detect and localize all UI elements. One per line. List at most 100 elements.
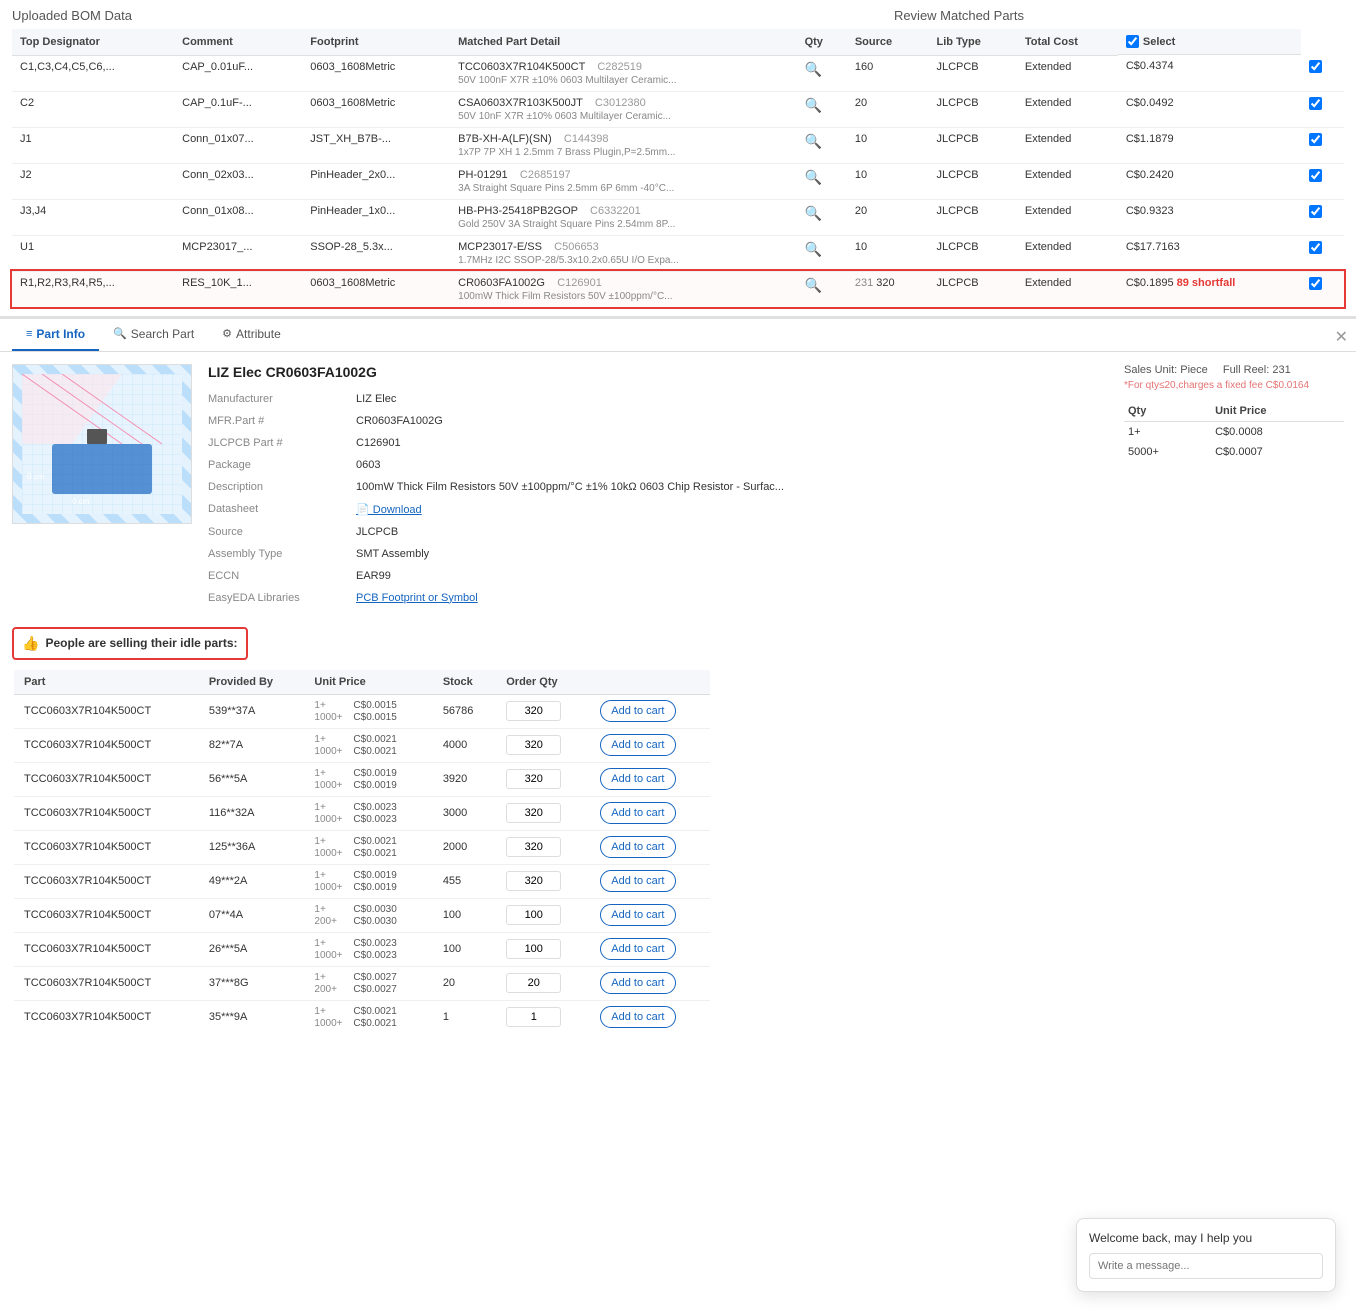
idle-add-cart-cell[interactable]: Add to cart — [590, 864, 711, 898]
idle-order-qty[interactable] — [496, 694, 590, 728]
total-cost-cell: C$17.7163 — [1118, 235, 1302, 271]
idle-order-qty[interactable] — [496, 932, 590, 966]
idle-add-cart-cell[interactable]: Add to cart — [590, 796, 711, 830]
idle-parts-header: 👍 People are selling their idle parts: — [12, 627, 248, 660]
idle-order-qty[interactable] — [496, 796, 590, 830]
designator-cell: J1 — [12, 127, 174, 163]
chat-widget: Welcome back, may I help you — [1076, 1218, 1336, 1292]
comment-cell: RES_10K_1... — [174, 271, 302, 307]
info-value[interactable]: 📄 Download — [356, 500, 1108, 519]
idle-add-cart-cell[interactable]: Add to cart — [590, 728, 711, 762]
add-to-cart-button[interactable]: Add to cart — [600, 1006, 675, 1028]
idle-provider: 116**32A — [199, 796, 305, 830]
info-value: LIZ Elec — [356, 390, 1108, 408]
add-to-cart-button[interactable]: Add to cart — [600, 734, 675, 756]
idle-order-qty[interactable] — [496, 830, 590, 864]
total-cost-cell: C$1.1879 — [1118, 127, 1302, 163]
select-cell[interactable] — [1301, 271, 1344, 307]
search-icon-cell[interactable]: 🔍 — [797, 199, 847, 235]
idle-add-cart-cell[interactable]: Add to cart — [590, 966, 711, 1000]
order-qty-input[interactable] — [506, 905, 561, 925]
comment-cell: Conn_01x08... — [174, 199, 302, 235]
qty-cell: 10 — [847, 127, 929, 163]
order-qty-input[interactable] — [506, 1007, 561, 1027]
idle-order-qty[interactable] — [496, 762, 590, 796]
add-to-cart-button[interactable]: Add to cart — [600, 700, 675, 722]
select-cell[interactable] — [1301, 91, 1344, 127]
idle-provider: 56***5A — [199, 762, 305, 796]
idle-part-name: TCC0603X7R104K500CT — [13, 762, 199, 796]
col-lib-type: Lib Type — [928, 29, 1016, 55]
info-value[interactable]: PCB Footprint or Symbol — [356, 589, 1108, 607]
select-cell[interactable] — [1301, 199, 1344, 235]
add-to-cart-button[interactable]: Add to cart — [600, 972, 675, 994]
search-icon-cell[interactable]: 🔍 — [797, 55, 847, 91]
select-cell[interactable] — [1301, 235, 1344, 271]
tab-part-info[interactable]: ≡ Part Info — [12, 319, 99, 351]
idle-add-cart-cell[interactable]: Add to cart — [590, 1000, 711, 1035]
order-qty-input[interactable] — [506, 973, 561, 993]
tab-search-part[interactable]: 🔍 Search Part — [99, 319, 208, 351]
uploaded-bom-title: Uploaded BOM Data — [12, 8, 132, 23]
total-cost-cell: C$0.2420 — [1118, 163, 1302, 199]
comment-cell: CAP_0.1uF-... — [174, 91, 302, 127]
order-qty-input[interactable] — [506, 735, 561, 755]
search-icon-cell[interactable]: 🔍 — [797, 127, 847, 163]
select-cell[interactable] — [1301, 163, 1344, 199]
tab-attribute[interactable]: ⚙ Attribute — [208, 319, 295, 351]
idle-part-name: TCC0603X7R104K500CT — [13, 932, 199, 966]
comment-cell: Conn_02x03... — [174, 163, 302, 199]
idle-part-name: TCC0603X7R104K500CT — [13, 966, 199, 1000]
bom-table: Top Designator Comment Footprint Matched… — [12, 29, 1344, 308]
idle-order-qty[interactable] — [496, 966, 590, 1000]
idle-add-cart-cell[interactable]: Add to cart — [590, 932, 711, 966]
info-grid: ManufacturerLIZ ElecMFR.Part #CR0603FA10… — [208, 390, 1108, 607]
order-qty-input[interactable] — [506, 871, 561, 891]
idle-order-qty[interactable] — [496, 1000, 590, 1035]
col-total-cost: Total Cost — [1017, 29, 1118, 55]
search-icon-cell[interactable]: 🔍 — [797, 271, 847, 307]
idle-order-qty[interactable] — [496, 898, 590, 932]
table-row: C2 CAP_0.1uF-... 0603_1608Metric CSA0603… — [12, 91, 1344, 127]
add-to-cart-button[interactable]: Add to cart — [600, 938, 675, 960]
info-label: JLCPCB Part # — [208, 434, 348, 452]
idle-provider: 539**37A — [199, 694, 305, 728]
svg-text:0 cm: 0 cm — [72, 497, 90, 506]
idle-stock: 3000 — [433, 796, 496, 830]
info-label: EasyEDA Libraries — [208, 589, 348, 607]
chat-input[interactable] — [1089, 1253, 1323, 1279]
order-qty-input[interactable] — [506, 769, 561, 789]
idle-order-qty[interactable] — [496, 864, 590, 898]
idle-provider: 125**36A — [199, 830, 305, 864]
idle-add-cart-cell[interactable]: Add to cart — [590, 898, 711, 932]
search-icon-cell[interactable]: 🔍 — [797, 163, 847, 199]
select-cell[interactable] — [1301, 127, 1344, 163]
idle-add-cart-cell[interactable]: Add to cart — [590, 830, 711, 864]
add-to-cart-button[interactable]: Add to cart — [600, 836, 675, 858]
idle-price-tiers: 1+ C$0.0030 200+ C$0.0030 — [304, 898, 432, 932]
designator-cell: J3,J4 — [12, 199, 174, 235]
qty-cell: 10 — [847, 163, 929, 199]
search-icon-cell[interactable]: 🔍 — [797, 91, 847, 127]
unit-price: C$0.0008 — [1211, 421, 1344, 442]
idle-add-cart-cell[interactable]: Add to cart — [590, 694, 711, 728]
order-qty-input[interactable] — [506, 803, 561, 823]
select-cell[interactable] — [1301, 55, 1344, 91]
order-qty-input[interactable] — [506, 701, 561, 721]
add-to-cart-button[interactable]: Add to cart — [600, 904, 675, 926]
add-to-cart-button[interactable]: Add to cart — [600, 768, 675, 790]
info-label: Description — [208, 478, 348, 496]
detail-panel: ✕ ≡ Part Info 🔍 Search Part ⚙ Attribute — [0, 316, 1356, 619]
part-image: 0 cm 0 cm — [12, 364, 192, 524]
idle-stock: 1 — [433, 1000, 496, 1035]
search-icon-cell[interactable]: 🔍 — [797, 235, 847, 271]
add-to-cart-button[interactable]: Add to cart — [600, 870, 675, 892]
close-button[interactable]: ✕ — [1335, 327, 1348, 347]
order-qty-input[interactable] — [506, 837, 561, 857]
add-to-cart-button[interactable]: Add to cart — [600, 802, 675, 824]
select-all-checkbox[interactable] — [1126, 35, 1139, 48]
order-qty-input[interactable] — [506, 939, 561, 959]
idle-order-qty[interactable] — [496, 728, 590, 762]
idle-add-cart-cell[interactable]: Add to cart — [590, 762, 711, 796]
list-item: TCC0603X7R104K500CT 37***8G 1+ C$0.0027 … — [13, 966, 711, 1000]
